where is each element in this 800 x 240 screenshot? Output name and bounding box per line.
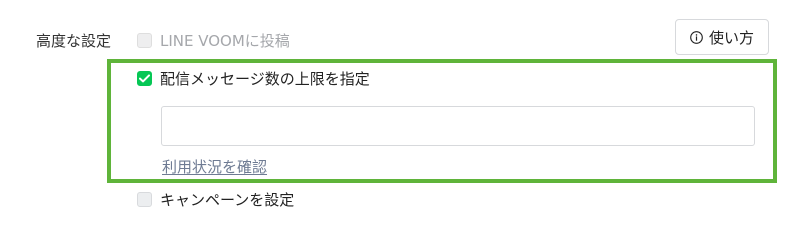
- message-limit-option: 配信メッセージ数の上限を指定: [137, 68, 370, 89]
- message-limit-checkbox[interactable]: [137, 71, 152, 86]
- voom-checkbox-label: LINE VOOMに投稿: [160, 32, 290, 50]
- message-limit-input[interactable]: [161, 106, 755, 146]
- campaign-option: キャンペーンを設定: [137, 189, 294, 210]
- message-limit-checkbox-label: 配信メッセージ数の上限を指定: [160, 70, 370, 88]
- help-button-label: 使い方: [708, 28, 754, 47]
- voom-checkbox[interactable]: [137, 33, 152, 48]
- advanced-settings-panel: 高度な設定 LINE VOOMに投稿 使い方 配信メッセージ数の上限を指定 利用…: [0, 0, 800, 228]
- help-button[interactable]: 使い方: [675, 19, 769, 55]
- info-icon: [690, 30, 703, 44]
- section-label-advanced-settings: 高度な設定: [36, 32, 112, 50]
- campaign-checkbox[interactable]: [137, 192, 152, 207]
- voom-option: LINE VOOMに投稿: [137, 30, 290, 51]
- checkmark-icon: [139, 74, 150, 83]
- campaign-checkbox-label: キャンペーンを設定: [160, 191, 295, 209]
- usage-status-link[interactable]: 利用状況を確認: [162, 156, 267, 177]
